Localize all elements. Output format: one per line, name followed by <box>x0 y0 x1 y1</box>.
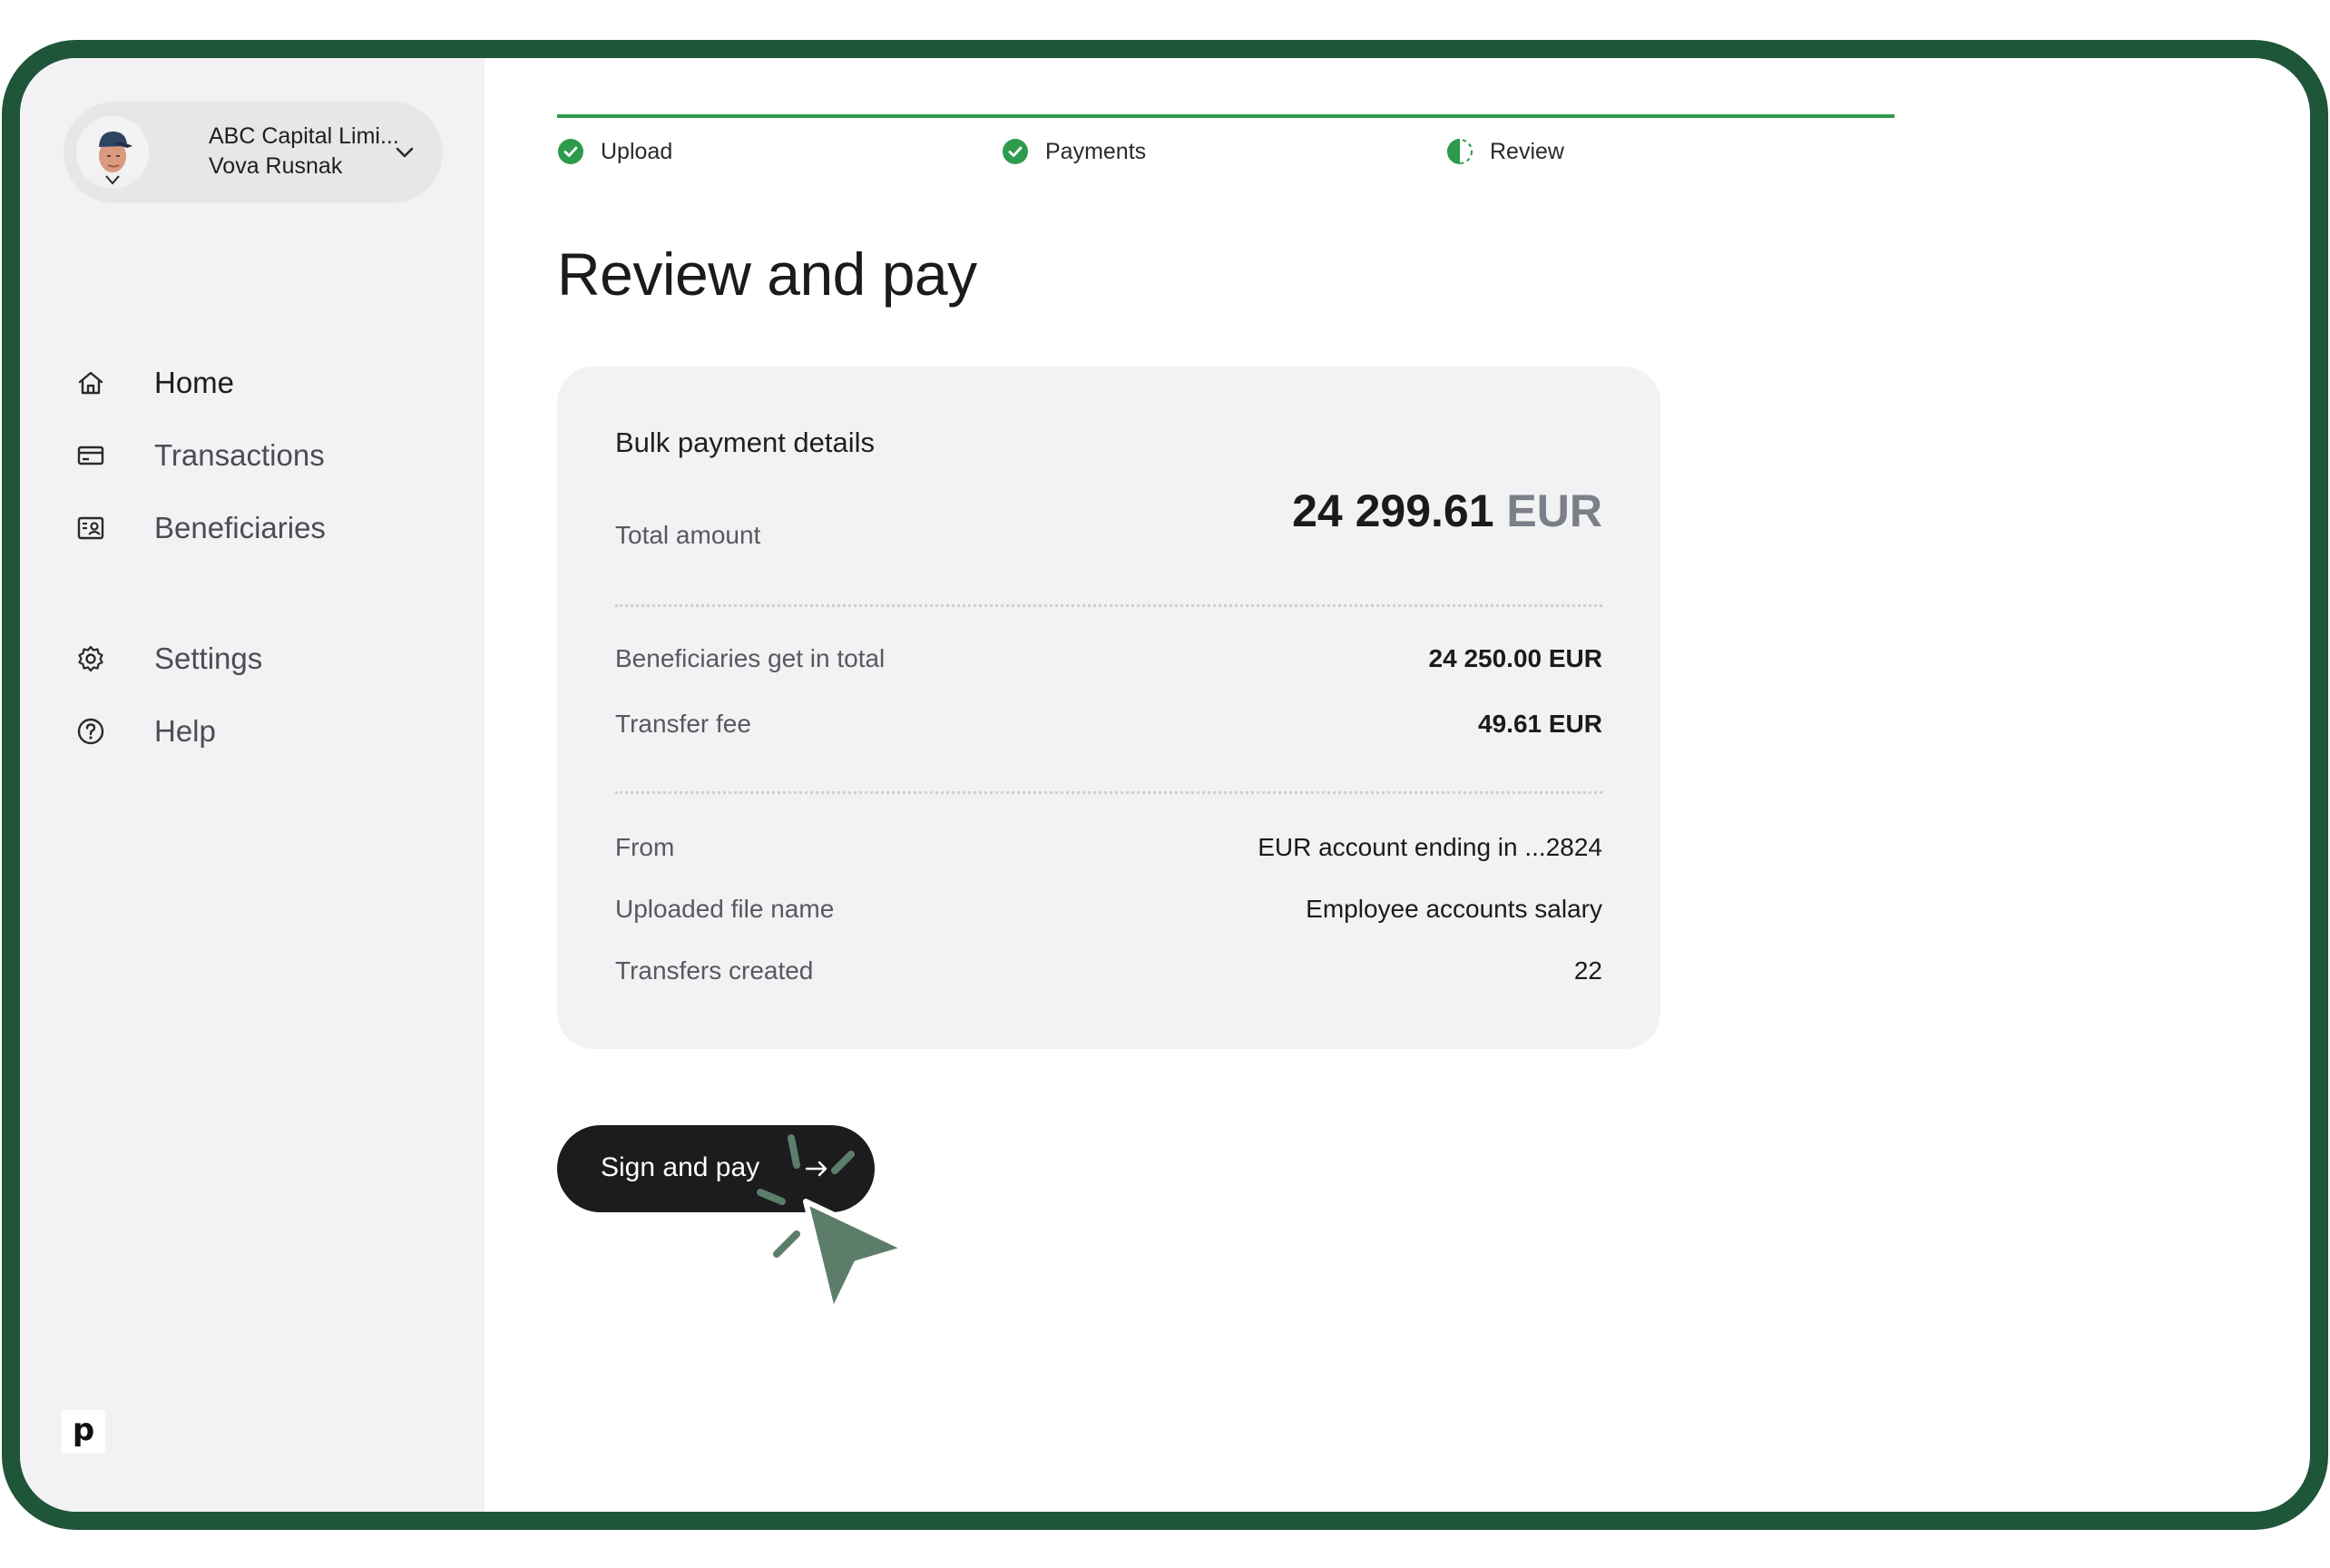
sidebar-item-label: Help <box>154 714 216 748</box>
uploaded-file-value: Employee accounts salary <box>1306 895 1602 923</box>
sidebar-item-transactions[interactable]: Transactions <box>76 428 457 483</box>
button-label: Sign and pay <box>601 1152 760 1182</box>
total-amount-label: Total amount <box>615 521 761 549</box>
cursor-pointer-icon <box>753 1118 935 1336</box>
account-user-name: Vova Rusnak <box>209 153 343 179</box>
sidebar-item-help[interactable]: Help <box>76 704 457 759</box>
transfers-created-value: 22 <box>1573 956 1602 985</box>
page-title: Review and pay <box>557 240 977 308</box>
step-label: Review <box>1490 139 1564 164</box>
sidebar-item-label: Home <box>154 366 235 399</box>
check-circle-icon <box>1002 138 1029 165</box>
chevron-down-icon[interactable] <box>390 138 419 167</box>
beneficiaries-total-label: Beneficiaries get in total <box>615 644 886 672</box>
total-amount-value: 24 299.61 EUR <box>1292 485 1602 537</box>
step-label: Payments <box>1045 139 1147 164</box>
sidebar-item-beneficiaries[interactable]: Beneficiaries <box>76 501 457 555</box>
card-title: Bulk payment details <box>615 426 876 458</box>
divider <box>615 791 1602 794</box>
transfer-fee-value: 49.61 EUR <box>1478 710 1602 738</box>
uploaded-file-label: Uploaded file name <box>615 895 835 923</box>
sidebar-item-label: Settings <box>154 642 263 675</box>
account-company-name: ABC Capital Limi... <box>209 123 399 149</box>
sidebar: ABC Capital Limi... Vova Rusnak Home Tra… <box>20 58 485 1512</box>
half-circle-icon <box>1446 138 1473 165</box>
account-switcher[interactable]: ABC Capital Limi... Vova Rusnak <box>64 102 443 203</box>
total-amount-currency: EUR <box>1506 485 1602 536</box>
sidebar-item-label: Beneficiaries <box>154 511 326 544</box>
bulk-payment-details-card: Bulk payment details Total amount 24 299… <box>557 367 1660 1049</box>
sidebar-item-home[interactable]: Home <box>76 356 457 410</box>
stepper-progress-bar <box>557 114 1894 118</box>
gear-icon <box>76 644 105 673</box>
sidebar-item-label: Transactions <box>154 438 325 472</box>
beneficiaries-total-value: 24 250.00 EUR <box>1428 644 1602 672</box>
total-amount-number: 24 299.61 <box>1292 485 1494 536</box>
check-circle-icon <box>557 138 584 165</box>
transfer-fee-label: Transfer fee <box>615 710 751 738</box>
from-account-value: EUR account ending in ...2824 <box>1258 833 1602 861</box>
from-account-label: From <box>615 833 675 861</box>
transfers-created-label: Transfers created <box>615 956 814 985</box>
brand-logo: p <box>62 1410 105 1454</box>
card-icon <box>76 441 105 470</box>
app-window: ABC Capital Limi... Vova Rusnak Home Tra… <box>2 40 2328 1530</box>
sidebar-item-settings[interactable]: Settings <box>76 632 457 686</box>
divider <box>615 604 1602 607</box>
user-avatar <box>76 116 149 189</box>
contact-card-icon <box>76 514 105 543</box>
step-label: Upload <box>601 139 673 164</box>
home-icon <box>76 368 105 397</box>
question-circle-icon <box>76 717 105 746</box>
